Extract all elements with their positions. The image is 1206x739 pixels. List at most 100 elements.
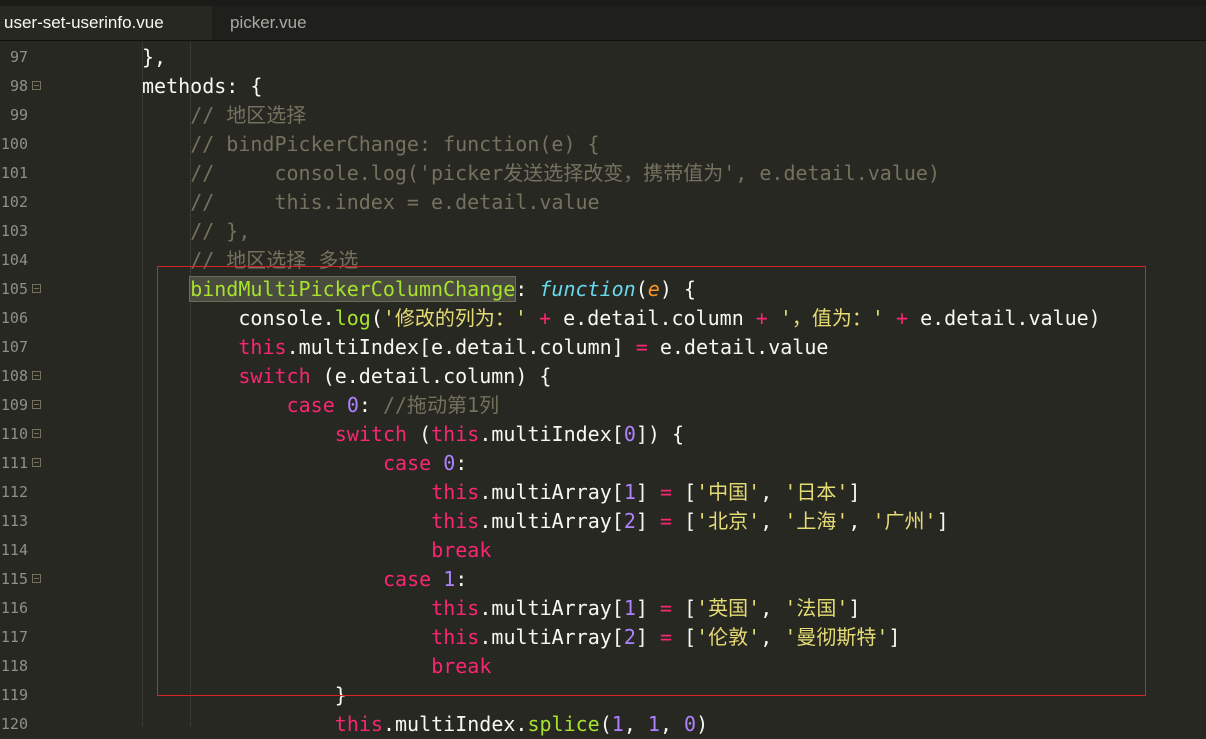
tab-picker[interactable]: picker.vue <box>212 6 352 40</box>
code-text: // this.index = e.detail.value <box>190 188 599 217</box>
code-line[interactable]: 119} <box>0 681 1206 710</box>
code-token: function <box>539 277 636 301</box>
code-text: bindMultiPickerColumnChange: function(e)… <box>189 275 696 304</box>
code-token: ] <box>888 625 901 649</box>
line-number: 110 <box>0 425 28 443</box>
line-number: 112 <box>0 483 28 501</box>
code-token: this <box>334 712 383 736</box>
code-token: case <box>286 393 335 417</box>
line-number: 116 <box>0 599 28 617</box>
code-line[interactable]: 100 // bindPickerChange: function(e) { <box>0 130 1206 159</box>
code-line[interactable]: 115 case 1: <box>0 565 1206 594</box>
fold-toggle-icon[interactable] <box>32 81 41 90</box>
line-number: 113 <box>0 512 28 530</box>
code-text: }, <box>142 43 166 72</box>
code-line[interactable]: 120 this.multiIndex.splice(1, 1, 0) <box>0 710 1206 739</box>
code-token: // bindPickerChange: function(e) { <box>190 132 600 156</box>
code-text: // bindPickerChange: function(e) { <box>190 130 599 159</box>
code-token: ] <box>848 480 861 504</box>
line-number: 114 <box>0 541 28 559</box>
code-token: ) { <box>659 277 696 301</box>
code-text: } <box>335 681 347 710</box>
code-text: this.multiIndex[e.detail.column] = e.det… <box>238 333 828 362</box>
code-token: 0 <box>443 451 456 475</box>
line-number: 103 <box>0 222 28 240</box>
tab-bar: f user-set-userinfo.vue picker.vue <box>0 0 1206 41</box>
code-text: // console.log('picker发送选择改变，携带值为', e.de… <box>190 159 940 188</box>
code-text: case 1: <box>383 565 467 594</box>
code-text: switch (this.multiIndex[0]) { <box>335 420 684 449</box>
fold-toggle-icon[interactable] <box>32 458 41 467</box>
code-line[interactable]: 106 console.log('修改的列为：' + e.detail.colum… <box>0 304 1206 333</box>
code-line[interactable]: 105 bindMultiPickerColumnChange: function… <box>0 275 1206 304</box>
code-token: (e.detail.column) { <box>310 364 552 388</box>
fold-toggle-icon[interactable] <box>32 400 41 409</box>
code-text: break <box>431 536 491 565</box>
code-editor[interactable]: 97}, 98 methods: {99// 地区选择 100 // bindPicke… <box>0 43 1206 736</box>
code-text: this.multiArray[2] = ['北京', '上海', '广州'] <box>431 507 948 536</box>
fold-toggle-icon[interactable] <box>32 429 41 438</box>
code-token: '日本' <box>784 480 849 504</box>
code-line[interactable]: 107 this.multiIndex[e.detail.column] = e.… <box>0 333 1206 362</box>
line-number: 108 <box>0 367 28 385</box>
code-token: ]) { <box>635 422 685 446</box>
code-token: case <box>383 567 432 591</box>
code-token: '中国' <box>696 480 761 504</box>
line-number: 117 <box>0 628 28 646</box>
code-line[interactable]: 109 case 0: //拖动第1列 <box>0 391 1206 420</box>
code-line[interactable]: 98 methods: { <box>0 72 1206 101</box>
code-token: ( <box>370 306 383 330</box>
fold-toggle-icon[interactable] <box>32 371 41 380</box>
code-line[interactable]: 113 this.multiArray[2] = ['北京', '上海', '广州… <box>0 507 1206 536</box>
code-text: break <box>431 652 491 681</box>
code-token: : <box>455 567 468 591</box>
code-token: [ <box>672 596 697 620</box>
code-token: , <box>760 509 785 533</box>
code-line[interactable]: 112 this.multiArray[1] = ['中国', '日本'] <box>0 478 1206 507</box>
line-number: 102 <box>0 193 28 211</box>
code-line[interactable]: 102 // this.index = e.detail.value <box>0 188 1206 217</box>
code-token: '，值为：' <box>779 306 884 330</box>
code-token: , <box>848 509 873 533</box>
code-token: , <box>760 480 785 504</box>
code-line[interactable]: 101 // console.log('picker发送选择改变，携带值为', e… <box>0 159 1206 188</box>
code-token: this <box>431 509 480 533</box>
code-token: ] <box>848 596 861 620</box>
code-token: ) <box>696 712 709 736</box>
line-number: 105 <box>0 280 28 298</box>
code-token: = <box>660 480 673 504</box>
tab-user-set-userinfo[interactable]: f user-set-userinfo.vue <box>0 6 212 40</box>
code-token: = <box>635 335 648 359</box>
code-line[interactable]: 110 switch (this.multiIndex[0]) { <box>0 420 1206 449</box>
code-line[interactable]: 114 break <box>0 536 1206 565</box>
code-text: case 0: //拖动第1列 <box>287 391 499 420</box>
code-line[interactable]: 97}, <box>0 43 1206 72</box>
code-text: this.multiArray[1] = ['英国', '法国'] <box>431 594 860 623</box>
line-number: 111 <box>0 454 28 472</box>
fold-toggle-icon[interactable] <box>32 284 41 293</box>
code-line[interactable]: 118 break <box>0 652 1206 681</box>
line-number: 120 <box>0 715 28 733</box>
fold-toggle-icon[interactable] <box>32 574 41 583</box>
code-token: 1 <box>647 712 660 736</box>
code-text: methods: { <box>142 72 262 101</box>
code-line[interactable]: 103 // }, <box>0 217 1206 246</box>
code-token: this <box>238 335 287 359</box>
code-line[interactable]: 108 switch (e.detail.column) { <box>0 362 1206 391</box>
code-line[interactable]: 116 this.multiArray[1] = ['英国', '法国'] <box>0 594 1206 623</box>
code-token: e.detail.value <box>647 335 829 359</box>
line-number: 99 <box>9 106 28 124</box>
code-token: // this.index = e.detail.value <box>190 190 600 214</box>
code-line[interactable]: 104 // 地区选择 多选 <box>0 246 1206 275</box>
code-token: log <box>334 306 371 330</box>
code-line[interactable]: 117 this.multiArray[2] = ['伦敦', '曼彻斯特'] <box>0 623 1206 652</box>
code-line[interactable]: 111 case 0: <box>0 449 1206 478</box>
code-line[interactable]: 99 // 地区选择 <box>0 101 1206 130</box>
line-number: 100 <box>0 135 28 153</box>
code-token: [ <box>672 480 697 504</box>
code-token: switch <box>238 364 311 388</box>
code-token: 2 <box>623 509 636 533</box>
